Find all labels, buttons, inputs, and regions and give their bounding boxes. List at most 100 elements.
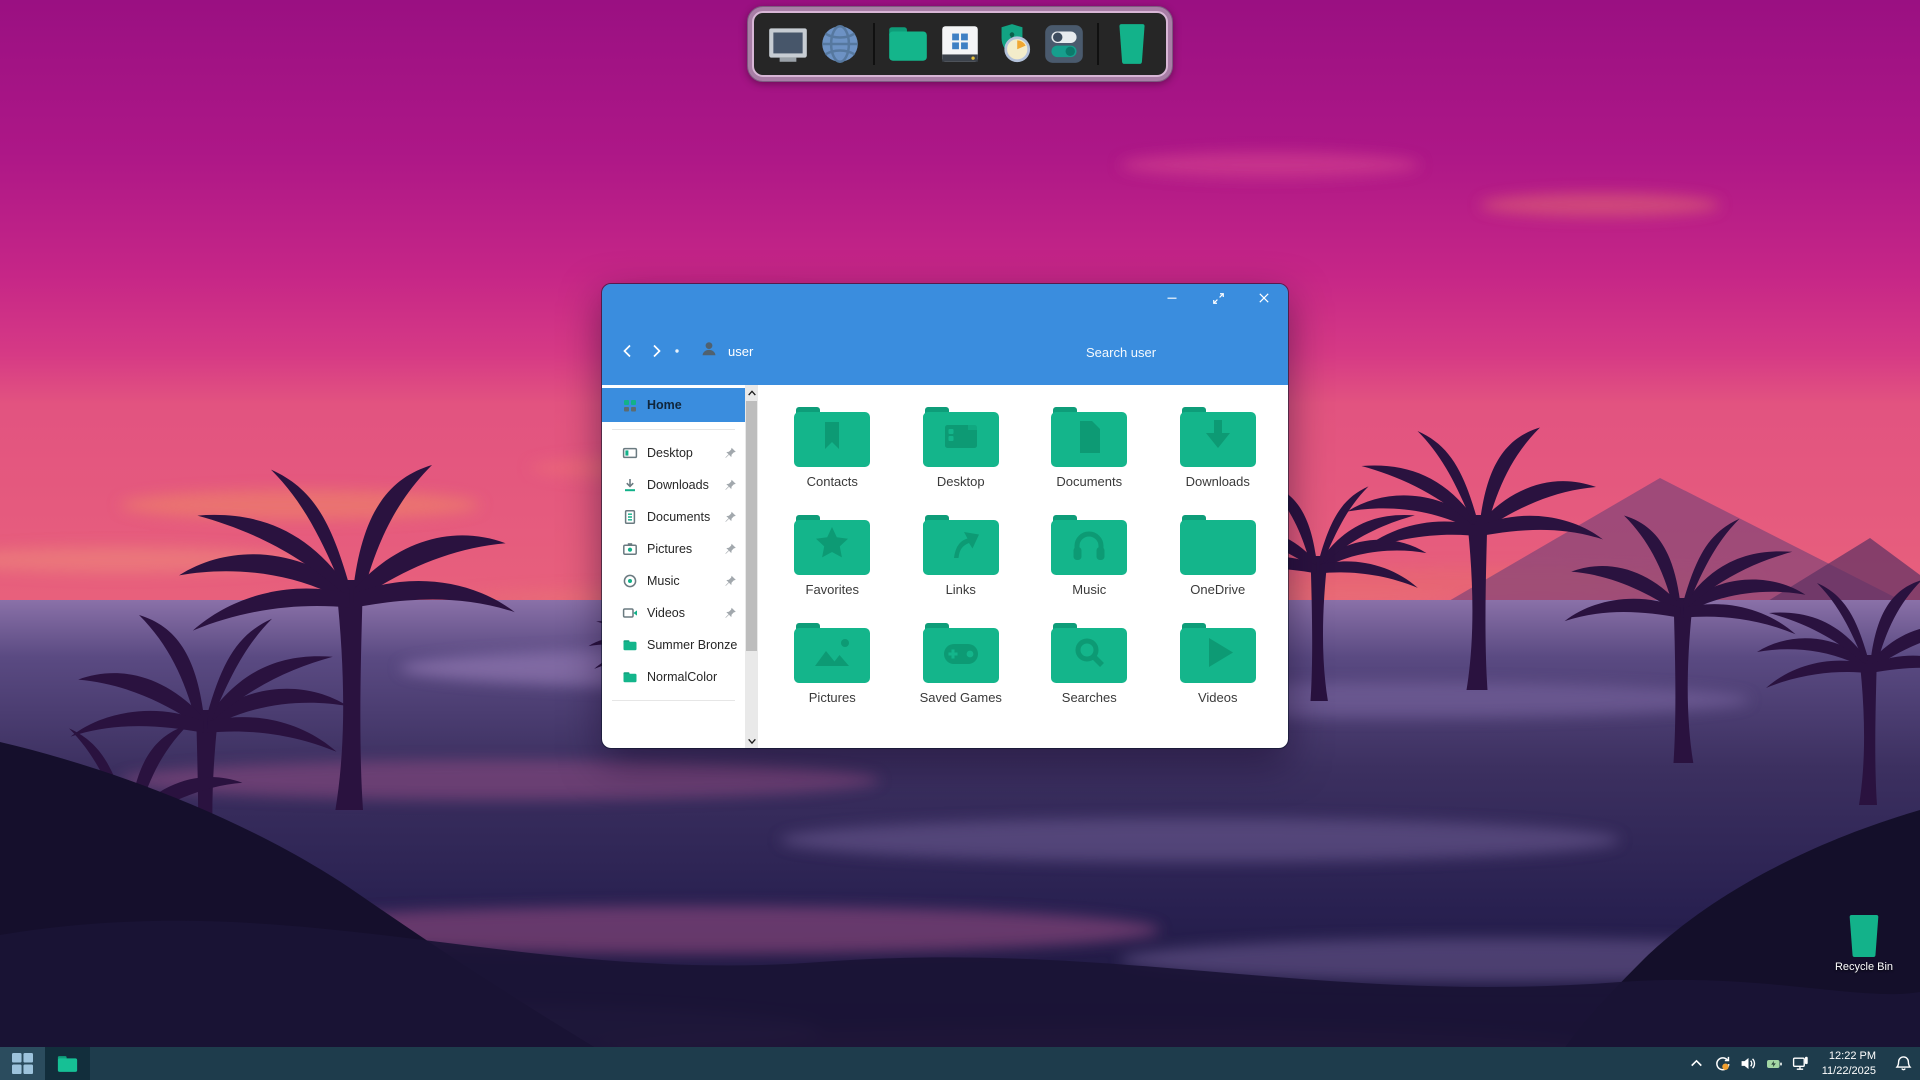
clock-time: 12:22 PM bbox=[1822, 1049, 1876, 1063]
folder-item-onedrive[interactable]: OneDrive bbox=[1154, 513, 1283, 597]
folder-label: Music bbox=[1072, 582, 1106, 597]
folder-small-icon bbox=[622, 637, 638, 653]
back-button[interactable] bbox=[614, 337, 642, 365]
dock-settings-toggles-icon[interactable] bbox=[1040, 20, 1088, 68]
taskbar-clock[interactable]: 12:22 PM 11/22/2025 bbox=[1822, 1049, 1876, 1078]
folder-links-icon bbox=[920, 513, 1002, 577]
pin-icon[interactable] bbox=[724, 607, 737, 620]
taskbar-folder-icon bbox=[57, 1055, 78, 1073]
pin-icon[interactable] bbox=[724, 543, 737, 556]
scroll-down-button[interactable] bbox=[745, 733, 758, 748]
minimize-button[interactable] bbox=[1164, 290, 1180, 306]
folder-label: Searches bbox=[1062, 690, 1117, 705]
folder-item-pictures[interactable]: Pictures bbox=[768, 621, 897, 705]
pin-icon[interactable] bbox=[724, 479, 737, 492]
sidebar-item-label: Summer Bronze bbox=[647, 638, 737, 652]
user-profile-icon bbox=[700, 340, 718, 363]
pin-icon[interactable] bbox=[724, 575, 737, 588]
folder-downloads-icon bbox=[1177, 405, 1259, 469]
folder-label: Desktop bbox=[937, 474, 985, 489]
folder-item-desktop[interactable]: Desktop bbox=[897, 405, 1026, 489]
scrollbar-thumb[interactable] bbox=[746, 401, 757, 651]
volume-icon[interactable] bbox=[1740, 1055, 1757, 1072]
breadcrumb[interactable]: user bbox=[728, 344, 753, 359]
dock-globe-icon[interactable] bbox=[816, 20, 864, 68]
home-icon bbox=[622, 397, 638, 413]
sidebar-item-label: Downloads bbox=[647, 478, 709, 492]
dock-display-icon[interactable] bbox=[764, 20, 812, 68]
folder-pictures-icon bbox=[791, 621, 873, 685]
file-explorer-taskbar-button[interactable] bbox=[45, 1047, 90, 1080]
folder-label: Saved Games bbox=[920, 690, 1002, 705]
battery-icon[interactable] bbox=[1766, 1055, 1783, 1072]
scroll-up-button[interactable] bbox=[745, 385, 758, 400]
folder-label: Links bbox=[946, 582, 976, 597]
sidebar-item-pictures[interactable]: Pictures bbox=[602, 533, 745, 565]
dock bbox=[747, 6, 1173, 82]
folder-label: Favorites bbox=[806, 582, 859, 597]
sidebar-item-label: Home bbox=[647, 398, 682, 412]
sidebar-item-documents[interactable]: Documents bbox=[602, 501, 745, 533]
folder-item-saved-games[interactable]: Saved Games bbox=[897, 621, 1026, 705]
back-icon bbox=[620, 343, 636, 359]
folder-favorites-icon bbox=[791, 513, 873, 577]
pen-display-icon[interactable] bbox=[1792, 1055, 1809, 1072]
forward-button[interactable] bbox=[642, 337, 670, 365]
notifications-button[interactable] bbox=[1895, 1055, 1912, 1072]
sidebar-item-music[interactable]: Music bbox=[602, 565, 745, 597]
recycle-bin-icon bbox=[1843, 914, 1885, 958]
recycle-bin-desktop-icon[interactable]: Recycle Bin bbox=[1834, 914, 1894, 973]
window-controls bbox=[1164, 290, 1272, 306]
search-box bbox=[1084, 336, 1274, 366]
sync-icon[interactable] bbox=[1714, 1055, 1731, 1072]
folder-item-documents[interactable]: Documents bbox=[1025, 405, 1154, 489]
navigation-bar: user bbox=[614, 336, 753, 366]
start-button[interactable] bbox=[0, 1047, 45, 1080]
dock-icon-row bbox=[752, 11, 1168, 77]
scroll-down-icon bbox=[747, 737, 757, 745]
sidebar-item-label: Documents bbox=[647, 510, 710, 524]
sidebar-item-summer-bronze[interactable]: Summer Bronze bbox=[602, 629, 745, 661]
folder-saved-games-icon bbox=[920, 621, 1002, 685]
sidebar-item-label: Music bbox=[647, 574, 680, 588]
dock-folder-icon[interactable] bbox=[884, 20, 932, 68]
sidebar-item-videos[interactable]: Videos bbox=[602, 597, 745, 629]
folder-item-downloads[interactable]: Downloads bbox=[1154, 405, 1283, 489]
window-body: Home Desktop Downloads Documents Pictures Mus… bbox=[602, 385, 1288, 748]
folder-small-icon bbox=[622, 669, 638, 685]
close-button[interactable] bbox=[1256, 290, 1272, 306]
dock-divider bbox=[873, 23, 875, 65]
folder-item-favorites[interactable]: Favorites bbox=[768, 513, 897, 597]
folder-item-searches[interactable]: Searches bbox=[1025, 621, 1154, 705]
sidebar-item-normalcolor[interactable]: NormalColor bbox=[602, 661, 745, 693]
sidebar-item-desktop[interactable]: Desktop bbox=[602, 437, 745, 469]
sidebar-item-downloads[interactable]: Downloads bbox=[602, 469, 745, 501]
minimize-icon bbox=[1166, 292, 1178, 304]
search-input[interactable] bbox=[1084, 336, 1278, 368]
folder-item-videos[interactable]: Videos bbox=[1154, 621, 1283, 705]
clock-date: 11/22/2025 bbox=[1822, 1064, 1876, 1078]
maximize-button[interactable] bbox=[1210, 290, 1226, 306]
close-icon bbox=[1258, 292, 1270, 304]
dock-security-clock-icon[interactable] bbox=[988, 20, 1036, 68]
folder-contacts-icon bbox=[791, 405, 873, 469]
sidebar-scrollbar[interactable] bbox=[745, 385, 758, 748]
breadcrumb-separator-icon bbox=[670, 348, 684, 354]
pin-icon[interactable] bbox=[724, 447, 737, 460]
pin-icon[interactable] bbox=[724, 511, 737, 524]
folder-none-icon bbox=[1177, 513, 1259, 577]
dock-windows-drive-icon[interactable] bbox=[936, 20, 984, 68]
folder-item-links[interactable]: Links bbox=[897, 513, 1026, 597]
folder-item-contacts[interactable]: Contacts bbox=[768, 405, 897, 489]
folder-label: Documents bbox=[1056, 474, 1122, 489]
dock-trash-icon[interactable] bbox=[1108, 20, 1156, 68]
folder-documents-icon bbox=[1048, 405, 1130, 469]
pictures-icon bbox=[622, 541, 638, 557]
folder-item-music[interactable]: Music bbox=[1025, 513, 1154, 597]
sidebar-item-label: Videos bbox=[647, 606, 685, 620]
sidebar: Home Desktop Downloads Documents Pictures Mus… bbox=[602, 385, 745, 748]
folder-searches-icon bbox=[1048, 621, 1130, 685]
sidebar-item-home[interactable]: Home bbox=[602, 388, 745, 422]
chevron-up-icon[interactable] bbox=[1688, 1055, 1705, 1072]
videos-icon bbox=[622, 605, 638, 621]
